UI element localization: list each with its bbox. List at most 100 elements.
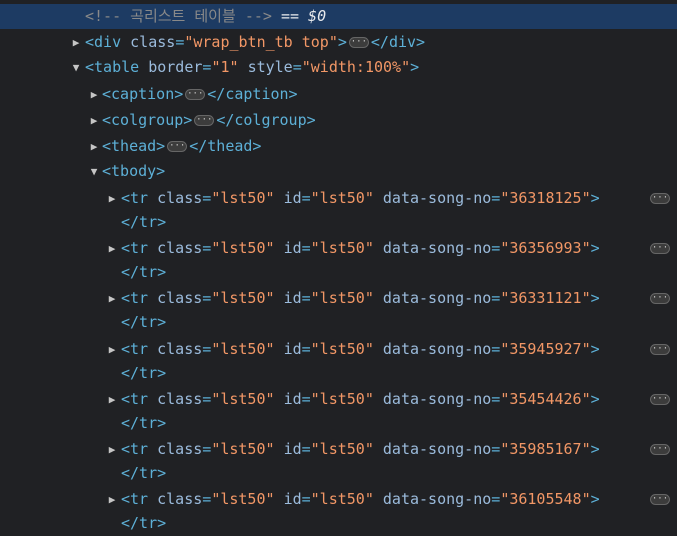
expand-triangle-right-icon[interactable]: ▶	[106, 487, 118, 512]
expand-triangle-right-icon[interactable]: ▶	[106, 387, 118, 412]
dom-node-tr[interactable]: ▶ <tr class="lst50" id="lst50" data-song…	[0, 286, 677, 311]
tag-close: </tr>	[121, 313, 167, 331]
attr-name: data-song-no	[382, 490, 492, 508]
attr-eq: =	[491, 289, 501, 307]
tag-gt: >	[590, 289, 600, 307]
attr-name: class	[157, 189, 203, 207]
dom-node-table[interactable]: ▼ <table border="1" style="width:100%">	[0, 55, 677, 80]
attr-name: id	[283, 490, 302, 508]
attr-eq: =	[491, 239, 501, 257]
attr-value: "lst50"	[310, 490, 374, 508]
dom-node-colgroup[interactable]: ▶ <colgroup> ··· </colgroup>	[0, 108, 677, 133]
expand-triangle-down-icon[interactable]: ▼	[70, 55, 82, 80]
expand-triangle-right-icon[interactable]: ▶	[106, 186, 118, 211]
attr-name: border	[148, 58, 203, 76]
dom-node-thead[interactable]: ▶ <thead> ··· </thead>	[0, 134, 677, 159]
attr-value: "lst50"	[310, 440, 374, 458]
attr-value: "lst50"	[211, 390, 275, 408]
attr-eq: =	[301, 390, 311, 408]
attr-eq: =	[202, 490, 212, 508]
tag-open: <div	[85, 33, 122, 51]
dom-node-caption[interactable]: ▶ <caption> ··· </caption>	[0, 82, 677, 107]
tag-open: <tr	[121, 440, 149, 458]
attr-value: "lst50"	[310, 239, 374, 257]
ellipsis-badge[interactable]: ···	[194, 115, 215, 126]
dom-node-tr[interactable]: ▶ <tr class="lst50" id="lst50" data-song…	[0, 437, 677, 462]
tag-open: <tr	[121, 289, 149, 307]
ellipsis-badge[interactable]: ···	[650, 394, 670, 405]
expand-triangle-right-icon[interactable]: ▶	[88, 108, 100, 133]
dom-node-div[interactable]: ▶ <div class="wrap_btn_tb top"> ··· </div>	[0, 30, 677, 55]
attr-value: "lst50"	[211, 440, 275, 458]
expand-triangle-right-icon[interactable]: ▶	[106, 286, 118, 311]
expand-triangle-right-icon[interactable]: ▶	[106, 236, 118, 261]
attr-eq: =	[301, 189, 311, 207]
ellipsis-badge[interactable]: ···	[650, 193, 670, 204]
tag-open: <colgroup>	[102, 111, 193, 129]
dom-node-tr-close[interactable]: </tr>	[0, 411, 677, 436]
tag-open: <tr	[121, 490, 149, 508]
ellipsis-badge[interactable]: ···	[348, 37, 369, 48]
dom-node-tr-close[interactable]: </tr>	[0, 260, 677, 285]
expand-triangle-right-icon[interactable]: ▶	[106, 437, 118, 462]
dom-node-tbody[interactable]: ▼ <tbody>	[0, 159, 677, 184]
attr-name: class	[157, 340, 203, 358]
song-no-value: "36356993"	[500, 239, 591, 257]
expand-triangle-down-icon[interactable]: ▼	[88, 159, 100, 184]
expand-triangle-right-icon[interactable]: ▶	[88, 134, 100, 159]
attr-eq: =	[202, 390, 212, 408]
ellipsis-badge[interactable]: ···	[650, 344, 670, 355]
dom-node-tr[interactable]: ▶ <tr class="lst50" id="lst50" data-song…	[0, 337, 677, 362]
attr-name: style	[247, 58, 293, 76]
song-no-value: "35454426"	[500, 390, 591, 408]
tag-open: <caption>	[102, 85, 184, 103]
tag-close: </tr>	[121, 364, 167, 382]
tag-gt: >	[590, 390, 600, 408]
attr-name: id	[283, 239, 302, 257]
dom-node-tr[interactable]: ▶ <tr class="lst50" id="lst50" data-song…	[0, 487, 677, 512]
dom-node-tr-close[interactable]: </tr>	[0, 310, 677, 335]
tag-close: </div>	[370, 33, 426, 51]
song-no-value: "35945927"	[500, 340, 591, 358]
ellipsis-badge[interactable]: ···	[650, 444, 670, 455]
expand-triangle-right-icon[interactable]: ▶	[88, 82, 100, 107]
attr-value: "lst50"	[310, 340, 374, 358]
ellipsis-badge[interactable]: ···	[650, 243, 670, 254]
dom-node-tr[interactable]: ▶ <tr class="lst50" id="lst50" data-song…	[0, 186, 677, 211]
ellipsis-badge[interactable]: ···	[650, 293, 670, 304]
attr-eq: =	[301, 340, 311, 358]
tag-close: </tr>	[121, 213, 167, 231]
attr-eq: =	[202, 289, 212, 307]
tag-open: <table	[85, 58, 140, 76]
ellipsis-badge[interactable]: ···	[185, 89, 206, 100]
tag-close: </tr>	[121, 464, 167, 482]
expand-triangle-right-icon[interactable]: ▶	[106, 337, 118, 362]
tag-gt: >	[590, 440, 600, 458]
dom-node-comment[interactable]: <!-- 곡리스트 테이블 --> == $0	[0, 4, 677, 29]
dom-node-tr[interactable]: ▶ <tr class="lst50" id="lst50" data-song…	[0, 387, 677, 412]
song-no-value: "35985167"	[500, 440, 591, 458]
console-ref-eq: ==	[280, 7, 300, 25]
ellipsis-badge[interactable]: ···	[167, 141, 188, 152]
dom-node-tr-close[interactable]: </tr>	[0, 210, 677, 235]
dom-node-tr-close[interactable]: </tr>	[0, 461, 677, 486]
dom-node-tr[interactable]: ▶ <tr class="lst50" id="lst50" data-song…	[0, 236, 677, 261]
ellipsis-badge[interactable]: ···	[650, 494, 670, 505]
dom-node-tr-close[interactable]: </tr>	[0, 361, 677, 386]
attr-name: id	[283, 440, 302, 458]
tag-gt: >	[590, 239, 600, 257]
tag-open: <thead>	[102, 137, 166, 155]
expand-triangle-right-icon[interactable]: ▶	[70, 30, 82, 55]
tag-open: <tr	[121, 390, 149, 408]
attr-eq: =	[175, 33, 185, 51]
attr-name: data-song-no	[382, 340, 492, 358]
tag-open: <tbody>	[102, 162, 166, 180]
attr-eq: =	[292, 58, 302, 76]
console-ref-var: $0	[308, 7, 327, 25]
tag-gt: >	[337, 33, 347, 51]
tag-open: <tr	[121, 239, 149, 257]
dom-node-tr-close[interactable]: </tr>	[0, 511, 677, 536]
attr-name: data-song-no	[382, 189, 492, 207]
comment-line: <!-- 곡리스트 테이블 --> == $0	[85, 4, 326, 29]
attr-name: data-song-no	[382, 440, 492, 458]
